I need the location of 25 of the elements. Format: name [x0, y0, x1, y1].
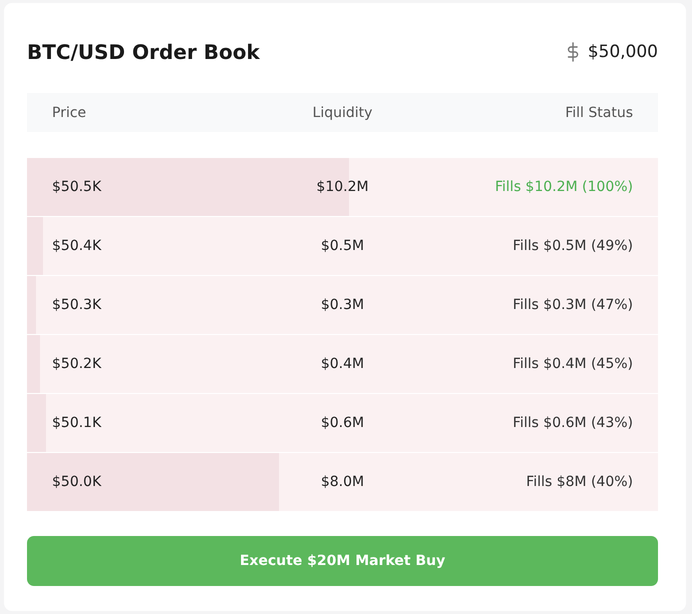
- fill-status-cell: Fills $8M (40%): [526, 474, 633, 490]
- liquidity-cell: $0.5M: [320, 238, 364, 254]
- order-book-title: BTC/USD Order Book: [27, 40, 260, 64]
- column-header: Liquidity: [312, 104, 372, 120]
- market-buy-button[interactable]: Execute $20M Market Buy: [27, 536, 658, 586]
- column-header: Price: [52, 104, 86, 120]
- column-header: Fill Status: [565, 104, 633, 120]
- price-cell: $50.0K: [52, 474, 102, 490]
- dollar-icon: [566, 42, 579, 62]
- fill-status-cell: Fills $0.6M (43%): [512, 415, 633, 431]
- fill-status-cell: Fills $0.5M (49%): [512, 238, 633, 254]
- liquidity-cell: $0.4M: [320, 356, 364, 372]
- current-price: $50,000: [588, 42, 658, 62]
- liquidity-cell: $0.6M: [320, 415, 364, 431]
- liquidity-cell: $0.3M: [320, 297, 364, 313]
- fill-status-cell: Fills $0.4M (45%): [512, 356, 633, 372]
- price-cell: $50.2K: [52, 356, 102, 372]
- price-cell: $50.5K: [52, 179, 102, 195]
- price-cell: $50.3K: [52, 297, 102, 313]
- fill-status-cell: Fills $10.2M (100%): [494, 179, 633, 195]
- fill-status-cell: Fills $0.3M (47%): [512, 297, 633, 313]
- liquidity-cell: $8.0M: [320, 474, 364, 490]
- price-cell: $50.1K: [52, 415, 102, 431]
- price-cell: $50.4K: [52, 238, 102, 254]
- liquidity-cell: $10.2M: [316, 179, 369, 195]
